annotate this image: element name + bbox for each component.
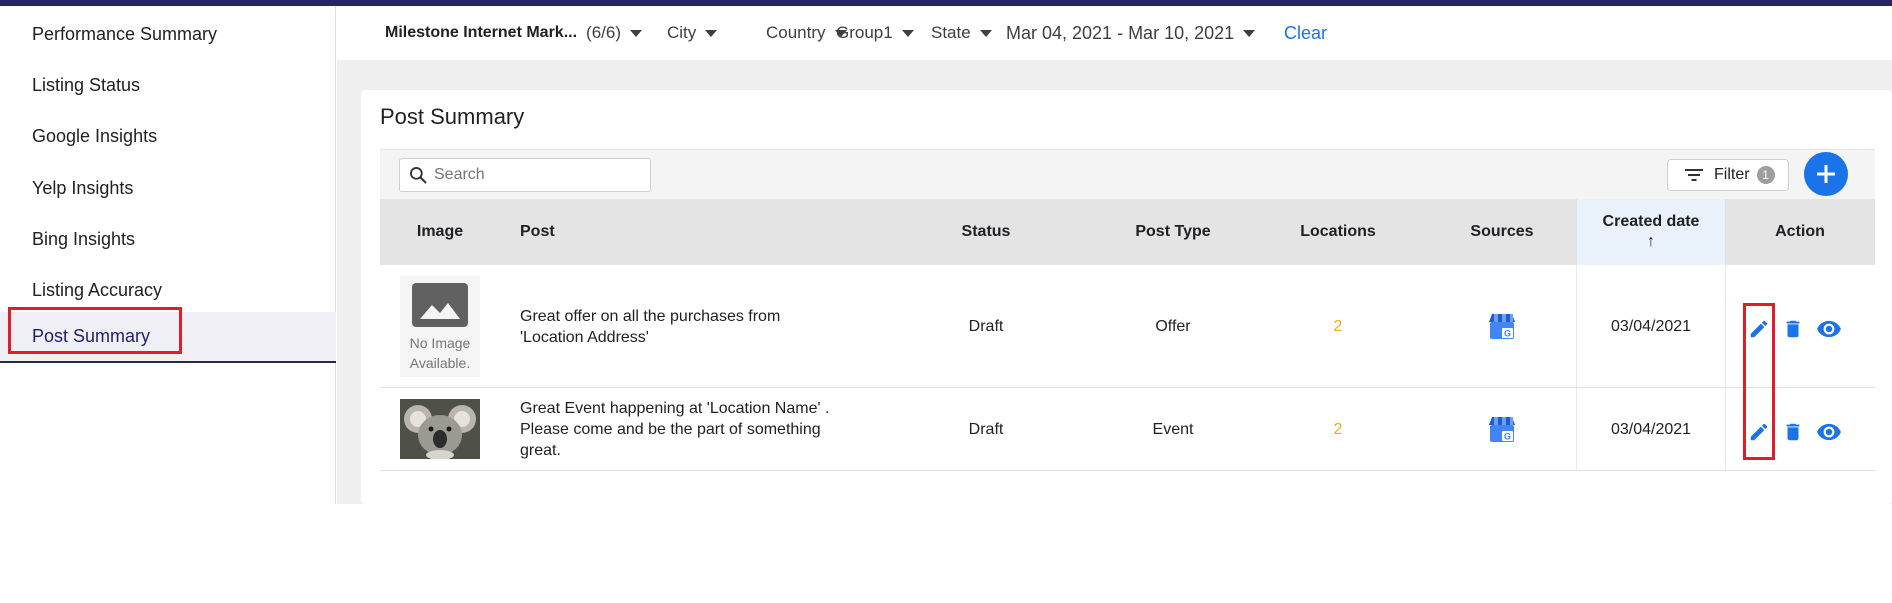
sidebar-active-highlight	[8, 307, 182, 354]
search-icon	[410, 167, 427, 184]
city-filter[interactable]: City	[667, 6, 718, 60]
sidebar-item-label: Google Insights	[32, 126, 158, 146]
status-cell: Draft	[968, 420, 1004, 438]
sidebar-item-bing-insights[interactable]: Bing Insights	[0, 214, 336, 265]
city-filter-label: City	[667, 23, 697, 42]
status-cell: Draft	[968, 317, 1004, 335]
no-image-placeholder: No Image Available.	[400, 275, 480, 377]
column-header-locations: Locations	[1300, 223, 1376, 240]
column-header-created-date[interactable]: Created date ↑	[1576, 199, 1726, 265]
svg-text:G: G	[1504, 432, 1511, 442]
image-placeholder-icon	[412, 283, 468, 327]
chevron-down-icon	[979, 29, 992, 37]
filter-button-label: Filter	[1714, 166, 1750, 183]
view-button[interactable]	[1816, 316, 1842, 342]
group-filter-label: Group1	[836, 23, 893, 42]
search-field[interactable]	[399, 158, 651, 192]
created-date-cell: 03/04/2021	[1610, 420, 1692, 438]
delete-button[interactable]	[1780, 316, 1806, 342]
sidebar-item-google-insights[interactable]: Google Insights	[0, 111, 336, 162]
account-filter[interactable]: Milestone Internet Mark... (6/6)	[385, 6, 643, 60]
country-filter[interactable]: Country	[766, 6, 847, 60]
chevron-down-icon	[1243, 29, 1256, 37]
search-input[interactable]	[434, 166, 634, 184]
date-range-filter[interactable]: Mar 04, 2021 - Mar 10, 2021	[1006, 6, 1256, 60]
country-filter-label: Country	[766, 23, 826, 42]
post-text: Great Event happening at 'Location Name'…	[520, 388, 880, 471]
post-type-cell: Offer	[1155, 317, 1191, 335]
sidebar-item-yelp-insights[interactable]: Yelp Insights	[0, 163, 336, 214]
post-text-line: great.	[520, 442, 561, 459]
filter-button[interactable]: Filter 1	[1667, 159, 1789, 191]
sidebar-item-label: Yelp Insights	[32, 178, 134, 198]
view-icon	[1817, 320, 1841, 338]
sidebar-item-label: Listing Status	[32, 75, 141, 95]
page-title: Post Summary	[380, 104, 525, 129]
delete-icon	[1786, 320, 1800, 338]
google-my-business-icon: G	[1489, 417, 1515, 442]
column-header-status: Status	[961, 223, 1011, 240]
clear-filters-link[interactable]: Clear	[1284, 6, 1327, 60]
sort-ascending-icon: ↑	[1647, 233, 1655, 250]
date-range-label: Mar 04, 2021 - Mar 10, 2021	[1006, 22, 1235, 43]
sidebar-item-label: Bing Insights	[32, 229, 136, 249]
no-image-text: No Image	[409, 335, 471, 351]
google-my-business-icon: G	[1489, 314, 1515, 339]
column-header-action: Action	[1775, 223, 1825, 240]
filter-count-badge: 1	[1756, 166, 1775, 184]
delete-icon	[1786, 423, 1800, 441]
chevron-down-icon	[630, 29, 643, 37]
column-header-post-type: Post Type	[1135, 223, 1211, 240]
chevron-down-icon	[901, 29, 914, 37]
edit-column-highlight	[1743, 303, 1775, 460]
created-date-cell: 03/04/2021	[1610, 317, 1692, 335]
post-text-line: Great Event happening at 'Location Name'…	[520, 400, 830, 417]
post-text-line: 'Location Address'	[520, 328, 649, 346]
sidebar-item-label: Performance Summary	[32, 24, 218, 44]
column-header-post: Post	[520, 223, 555, 240]
filter-icon	[1685, 169, 1703, 181]
sidebar-item-listing-status[interactable]: Listing Status	[0, 60, 336, 111]
locations-count[interactable]: 2	[1278, 388, 1398, 471]
account-filter-label: Milestone Internet Mark...	[385, 24, 578, 41]
account-filter-count: (6/6)	[586, 23, 622, 42]
sidebar: Performance Summary Listing Status Googl…	[0, 6, 336, 504]
column-header-image: Image	[416, 223, 464, 240]
chevron-down-icon	[705, 29, 718, 37]
filter-bar: Milestone Internet Mark... (6/6) City Co…	[337, 6, 1892, 60]
locations-count[interactable]: 2	[1278, 265, 1398, 388]
post-text: Great offer on all the purchases from 'Lo…	[520, 265, 880, 388]
post-type-cell: Event	[1152, 420, 1194, 438]
column-header-sources: Sources	[1470, 223, 1534, 240]
state-filter[interactable]: State	[931, 6, 992, 60]
sidebar-item-label: Listing Accuracy	[32, 280, 163, 300]
post-text-line: Great offer on all the purchases from	[520, 307, 781, 325]
plus-icon	[1817, 165, 1835, 183]
svg-text:G: G	[1504, 329, 1511, 339]
state-filter-label: State	[931, 23, 971, 42]
created-date-label: Created date	[1602, 213, 1700, 230]
post-text-line: Please come and be the part of something	[520, 421, 821, 438]
group-filter[interactable]: Group1	[836, 6, 914, 60]
koala-photo	[400, 399, 480, 459]
view-icon	[1817, 423, 1841, 441]
delete-button[interactable]	[1780, 419, 1806, 445]
add-post-button[interactable]	[1804, 152, 1848, 196]
view-button[interactable]	[1816, 419, 1842, 445]
sidebar-item-performance-summary[interactable]: Performance Summary	[0, 9, 336, 60]
no-image-text: Available.	[409, 355, 471, 371]
